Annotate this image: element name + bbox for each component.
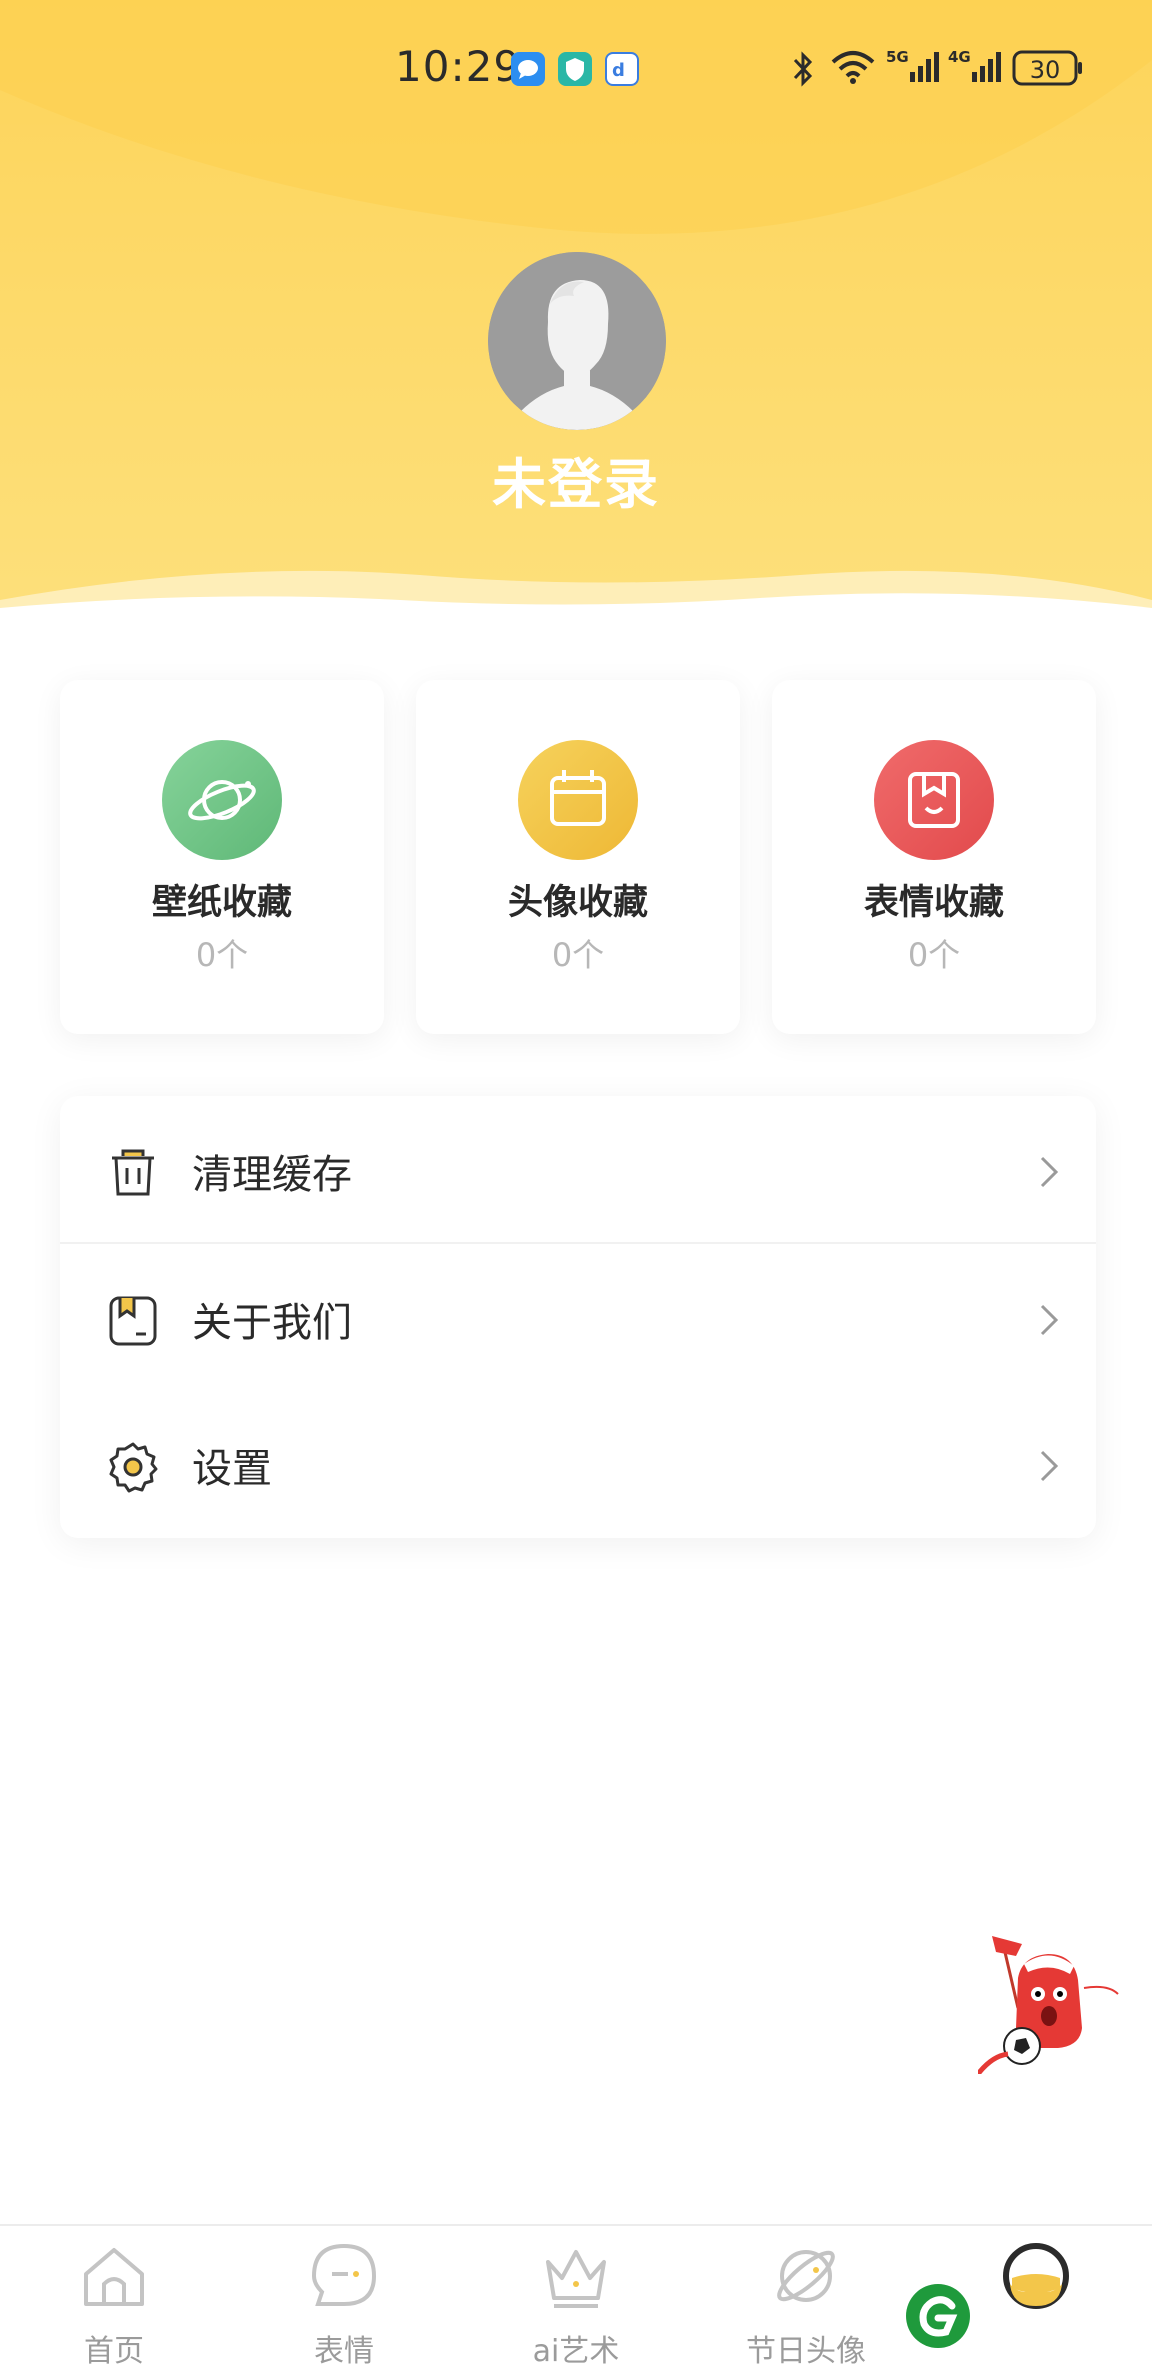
card-title: 头像收藏 [507,883,648,923]
status-time: 10:29 [395,42,522,91]
signal-4g-icon: 4G [948,46,1002,92]
wallpaper-favorites-card[interactable]: 壁纸收藏 0个 [60,680,384,1034]
home-icon [78,2240,150,2312]
profile-face-icon [1000,2240,1072,2312]
info-book-icon [106,1294,160,1348]
emoji-favorites-card[interactable]: 表情收藏 0个 [772,680,1096,1034]
planet-icon [162,740,282,860]
tab-label: 首页 [84,2334,144,2369]
battery-icon: 30 [1012,48,1084,92]
menu-item-about-us[interactable]: 关于我们 [60,1244,1096,1392]
card-count: 0个 [551,936,605,974]
tab-ai-art[interactable]: ai艺术 [476,2240,676,2370]
crown-icon [540,2240,612,2312]
menu-label: 设置 [192,1446,272,1492]
card-title: 壁纸收藏 [151,883,292,923]
emoji-icon [308,2240,380,2312]
svg-text:d: d [612,60,625,81]
bottom-navigation: 首页 表情 ai艺术 节日头像 [0,2224,1152,2376]
tab-label: ai艺术 [532,2334,620,2369]
trash-icon [106,1146,160,1200]
card-count: 0个 [195,936,249,974]
avatar-favorites-card[interactable]: 头像收藏 0个 [416,680,740,1034]
settings-menu: 清理缓存 关于我们 设置 [60,1096,1096,1538]
bluetooth-icon [790,50,816,92]
tab-home[interactable]: 首页 [14,2240,214,2370]
chevron-right-icon [1038,1302,1060,1338]
menu-item-settings[interactable]: 设置 [60,1390,1096,1538]
tab-emoji[interactable]: 表情 [244,2240,444,2370]
wifi-icon [830,50,876,90]
login-status[interactable]: 未登录 [0,440,1152,519]
svg-text:5G: 5G [886,48,909,66]
tab-holiday-avatar[interactable]: 节日头像 [706,2240,906,2370]
profile-header: 10:29 d 5G 4G 30 未登录 [0,0,1152,640]
shield-icon [558,52,592,86]
status-bar: 10:29 d 5G 4G 30 [0,40,1152,94]
menu-item-clear-cache[interactable]: 清理缓存 [60,1096,1096,1244]
default-avatar-icon [488,252,666,430]
message-icon [511,52,545,86]
app-badge-icon[interactable] [906,2284,970,2348]
planet-icon [770,2240,842,2312]
avatar[interactable] [488,252,666,430]
menu-label: 清理缓存 [192,1152,352,1198]
bookmark-icon [874,740,994,860]
chevron-right-icon [1038,1448,1060,1484]
floating-mascot-icon[interactable] [976,1928,1124,2076]
card-count: 0个 [907,936,961,974]
favorites-section: 壁纸收藏 0个 头像收藏 0个 表情收藏 0个 [60,680,1096,1034]
svg-text:4G: 4G [948,48,971,66]
calendar-icon [518,740,638,860]
tab-label: 表情 [314,2334,374,2369]
app-icon: d [605,52,639,86]
menu-label: 关于我们 [192,1300,352,1346]
tab-label: 节日头像 [746,2334,866,2369]
card-title: 表情收藏 [863,883,1004,923]
chevron-right-icon [1038,1154,1060,1190]
signal-5g-icon: 5G [886,46,940,92]
svg-text:30: 30 [1030,56,1061,84]
gear-icon [106,1440,160,1494]
